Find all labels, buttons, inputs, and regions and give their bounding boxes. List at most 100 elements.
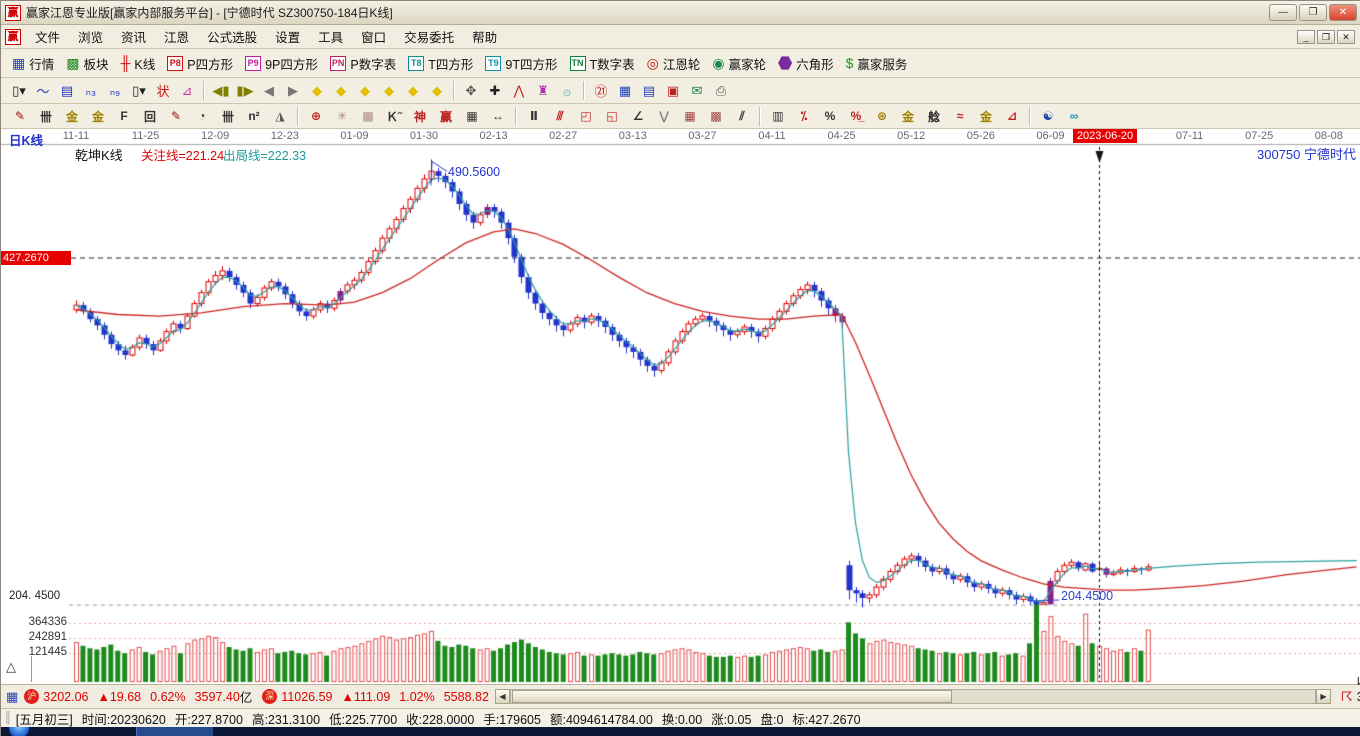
hexagon-button[interactable]: 六角形: [773, 52, 841, 75]
menu-item-8[interactable]: 交易委托: [395, 24, 463, 49]
diamond-updown-button[interactable]: ◆: [426, 81, 448, 101]
yinyang-icon[interactable]: ☯: [1036, 107, 1060, 126]
teal-grid-button[interactable]: ۞: [556, 81, 578, 101]
angle-lines-icon[interactable]: ∠: [626, 107, 650, 126]
quote-grid-icon[interactable]: ▦: [6, 689, 18, 705]
gold-circle-icon[interactable]: ⊛: [870, 107, 894, 126]
bars9-icon[interactable]: ₙ₉: [104, 81, 126, 101]
menu-item-3[interactable]: 江恩: [155, 24, 198, 49]
gate-icon[interactable]: Ⅱ: [522, 107, 546, 126]
horizontal-scrollbar[interactable]: ◀ ▶: [494, 689, 1331, 704]
target-cross-icon[interactable]: ⊕: [304, 107, 328, 126]
angle-a-icon[interactable]: ◮: [268, 107, 292, 126]
comb-tool-icon[interactable]: 卌: [34, 107, 58, 126]
gold-line-icon[interactable]: 金: [896, 107, 920, 126]
scrollbar-thumb[interactable]: [511, 690, 952, 703]
diamond-right-button[interactable]: ◆: [330, 81, 352, 101]
draw-triangle-tool[interactable]: △: [6, 659, 24, 675]
save-button[interactable]: ▣: [662, 81, 684, 101]
grid-a-icon[interactable]: ▦: [678, 107, 702, 126]
calendar-button[interactable]: ㉑: [590, 81, 612, 101]
qiankun-kline-icon[interactable]: 状: [152, 81, 174, 101]
purple-grid-button[interactable]: ♜: [532, 81, 554, 101]
restore-button[interactable]: ❐: [1299, 4, 1327, 21]
span-arrow-icon[interactable]: ↔: [486, 107, 510, 126]
menu-item-1[interactable]: 浏览: [69, 24, 112, 49]
menu-item-9[interactable]: 帮助: [463, 24, 506, 49]
diamond-x-button[interactable]: ◆: [378, 81, 400, 101]
t9-square-button[interactable]: T9 9T四方形: [480, 52, 564, 75]
bars-pct-icon[interactable]: ▥: [766, 107, 790, 126]
gann-wheel-button[interactable]: ◎ 江恩轮: [642, 52, 708, 75]
kline-chart-canvas[interactable]: [1, 129, 1360, 684]
bars3-icon[interactable]: ₙ₃: [80, 81, 102, 101]
diamond-all-button[interactable]: ◆: [402, 81, 424, 101]
gold-line2-icon[interactable]: 金: [974, 107, 998, 126]
crosshair-button[interactable]: ✚: [484, 81, 506, 101]
scrollbar-track[interactable]: [509, 689, 1316, 704]
quotes-button[interactable]: ▦ 行情: [7, 52, 61, 75]
kline-button[interactable]: ╫ K线: [116, 52, 163, 75]
p9-square-button[interactable]: P9 9P四方形: [240, 52, 325, 75]
t-square-button[interactable]: T8 T四方形: [403, 52, 480, 75]
pct-red-icon[interactable]: ⁒: [792, 107, 816, 126]
menu-item-6[interactable]: 工具: [309, 24, 352, 49]
avg-wave-icon[interactable]: ≈: [948, 107, 972, 126]
box-rays-icon[interactable]: ◰: [574, 107, 598, 126]
taskbar-button[interactable]: [136, 727, 214, 736]
grid-123-icon[interactable]: ▦: [460, 107, 484, 126]
export-button[interactable]: ✉: [686, 81, 708, 101]
star-icon[interactable]: ✳: [330, 107, 354, 126]
rays-icon[interactable]: ⫻: [548, 107, 572, 126]
diamond-lr-button[interactable]: ◆: [354, 81, 376, 101]
menu-item-7[interactable]: 窗口: [352, 24, 395, 49]
hand-tool-button[interactable]: ✥: [460, 81, 482, 101]
doc-restore-button[interactable]: ❐: [1317, 29, 1335, 44]
infinity-icon[interactable]: ∞: [1062, 107, 1086, 126]
sectors-button[interactable]: ▩ 板块: [61, 52, 115, 75]
print-button[interactable]: ⎙: [710, 81, 732, 101]
percent-icon[interactable]: %: [818, 107, 842, 126]
plain-comb-icon[interactable]: 卌: [216, 107, 240, 126]
gold-comb2-icon[interactable]: 金: [86, 107, 110, 126]
note-icon[interactable]: ▤: [56, 81, 78, 101]
pen-tool-icon[interactable]: ✎: [8, 107, 32, 126]
diamond-left-button[interactable]: ◆: [306, 81, 328, 101]
kline-style-dropdown[interactable]: ▯▾: [8, 81, 30, 101]
first-page-button[interactable]: ◀▮: [210, 81, 232, 101]
box-grid-icon[interactable]: ◱: [600, 107, 624, 126]
doc-close-button[interactable]: ✕: [1337, 29, 1355, 44]
win-comb-icon[interactable]: 赢: [434, 107, 458, 126]
pct-line-icon[interactable]: %̲: [844, 107, 868, 126]
wave-tool-icon[interactable]: 〜: [32, 81, 54, 101]
winner-wheel-button[interactable]: ◉ 赢家轮: [707, 52, 773, 75]
gold-comb1-icon[interactable]: 金: [60, 107, 84, 126]
f-comb-icon[interactable]: F: [112, 107, 136, 126]
minimize-button[interactable]: —: [1269, 4, 1297, 21]
j-angle-icon[interactable]: ⊿: [1000, 107, 1024, 126]
t-number-table-button[interactable]: TN T数字表: [565, 52, 642, 75]
clock-cycle-icon[interactable]: ◔: [190, 107, 214, 126]
menu-item-2[interactable]: 资讯: [112, 24, 155, 49]
menu-item-5[interactable]: 设置: [266, 24, 309, 49]
start-orb-icon[interactable]: [9, 727, 29, 736]
speaker-icon[interactable]: 艌: [922, 107, 946, 126]
color-chart-icon[interactable]: ⊿: [176, 81, 198, 101]
doc-minimize-button[interactable]: _: [1297, 29, 1315, 44]
scroll-left-button[interactable]: ◀: [494, 689, 510, 704]
check-curve-icon[interactable]: ⋁: [652, 107, 676, 126]
spiral-icon[interactable]: 回: [138, 107, 162, 126]
scroll-right-button[interactable]: ▶: [1315, 689, 1331, 704]
calculator-button[interactable]: ▦: [614, 81, 636, 101]
prev-button[interactable]: ◀: [258, 81, 280, 101]
p-number-table-button[interactable]: PN P数字表: [325, 52, 403, 75]
notebook-button[interactable]: ▤: [638, 81, 660, 101]
grid-target-icon[interactable]: ▩: [356, 107, 380, 126]
next-button[interactable]: ▶: [282, 81, 304, 101]
diag-lines-icon[interactable]: ⫽: [730, 107, 754, 126]
p-square-button[interactable]: P8 P四方形: [162, 52, 240, 75]
menu-item-0[interactable]: 文件: [26, 24, 69, 49]
pen-badge-icon[interactable]: ✎: [164, 107, 188, 126]
winner-service-button[interactable]: $ 赢家服务: [841, 52, 915, 75]
grid-b-icon[interactable]: ▩: [704, 107, 728, 126]
